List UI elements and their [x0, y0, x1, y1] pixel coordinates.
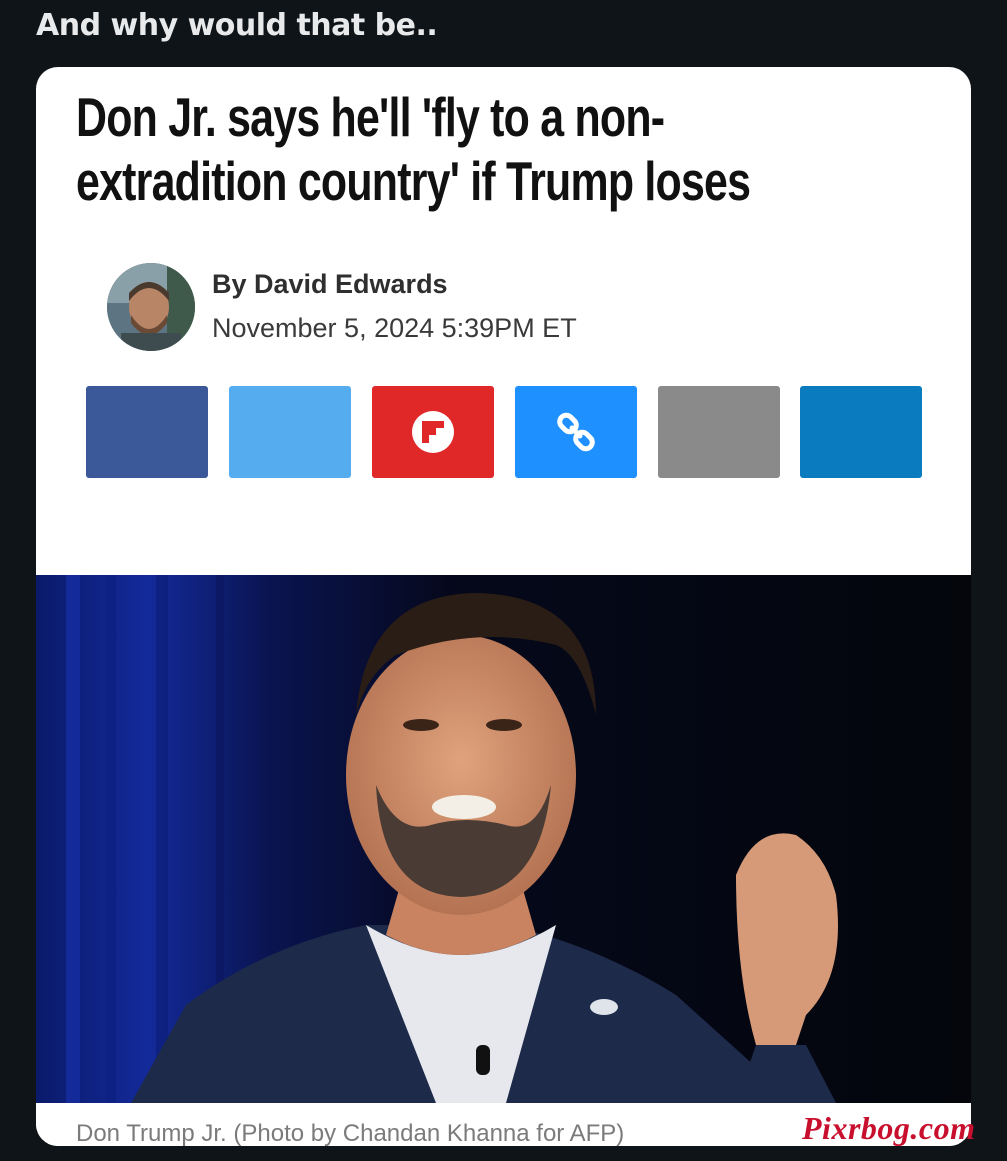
photo-caption: Don Trump Jr. (Photo by Chandan Khanna f… [76, 1120, 625, 1146]
twitter-share-button[interactable] [229, 386, 351, 478]
share-buttons [86, 386, 922, 478]
copy-link-share-button[interactable] [515, 386, 637, 478]
link-preview-card[interactable]: Don Jr. says he'll 'fly to a non- extrad… [36, 67, 971, 1146]
article-headline: Don Jr. says he'll 'fly to a non- extrad… [76, 85, 957, 213]
article-photo [36, 575, 971, 1103]
author-photo [107, 263, 195, 351]
publish-date: November 5, 2024 5:39PM ET [212, 313, 577, 343]
facebook-share-button[interactable] [86, 386, 208, 478]
photo-illustration [36, 575, 971, 1103]
headline-line-2: extradition country' if Trump loses [76, 150, 751, 212]
watermark-logo: Pixrbog.com [802, 1110, 976, 1146]
email-share-button[interactable] [658, 386, 780, 478]
linkedin-share-button[interactable] [800, 386, 922, 478]
author-name[interactable]: By David Edwards [212, 269, 448, 300]
flipboard-icon [412, 411, 454, 453]
headline-line-1: Don Jr. says he'll 'fly to a non- [76, 86, 665, 148]
link-icon [557, 412, 595, 452]
author-avatar [107, 263, 195, 351]
flipboard-share-button[interactable] [372, 386, 494, 478]
post-text: And why would that be.. [36, 8, 438, 43]
